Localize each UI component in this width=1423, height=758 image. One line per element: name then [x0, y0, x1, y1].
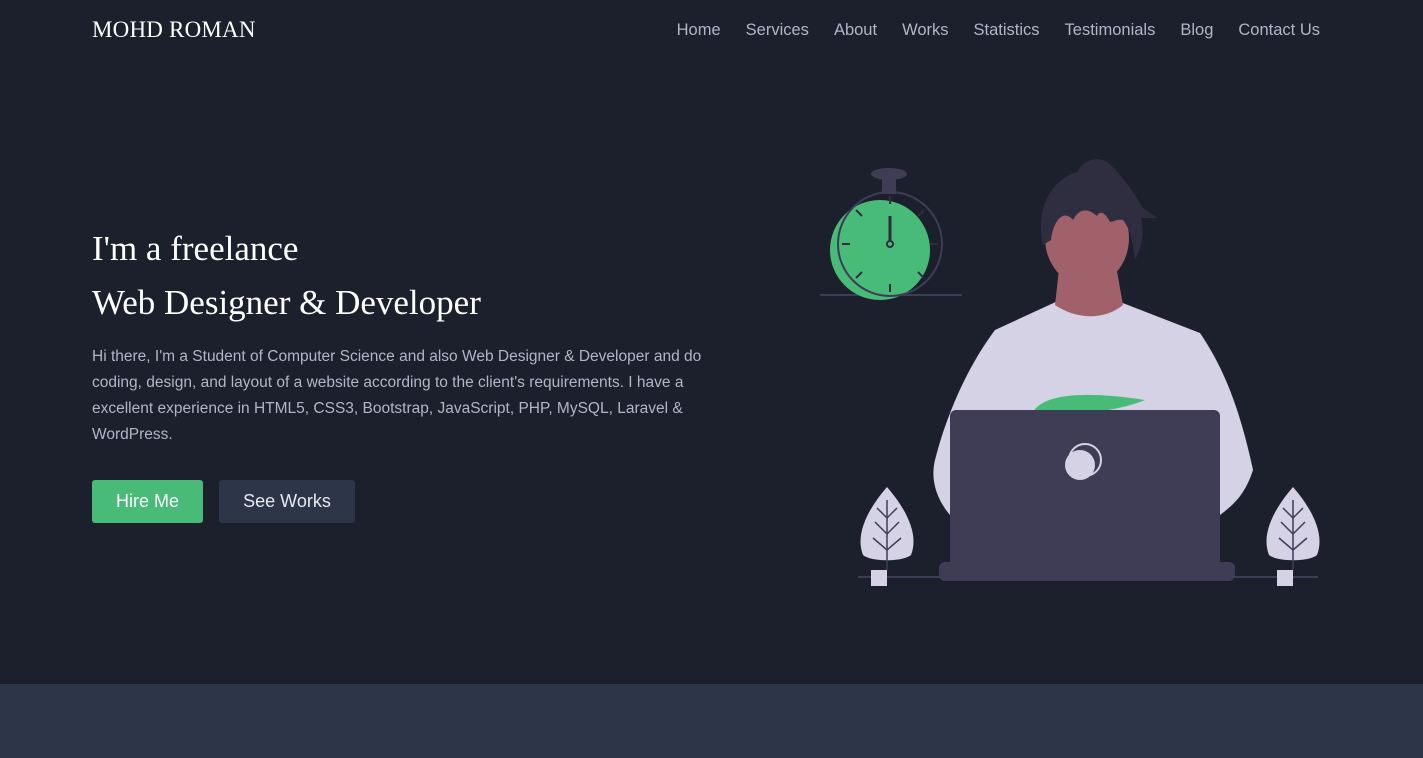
nav-link-about[interactable]: About — [834, 21, 877, 40]
main-nav: Home Services About Works Statistics Tes… — [677, 21, 1320, 40]
page: MOHD ROMAN Home Services About Works Sta… — [0, 0, 1423, 758]
brand-logo[interactable]: MOHD ROMAN — [92, 17, 256, 43]
stopwatch-icon — [820, 168, 962, 300]
hire-me-button[interactable]: Hire Me — [92, 480, 203, 523]
hero-title-line-1: I'm a freelance — [92, 229, 299, 268]
hero-title-line-2: Web Designer & Developer — [92, 283, 481, 322]
nav-link-blog[interactable]: Blog — [1180, 21, 1213, 40]
nav-link-statistics[interactable]: Statistics — [974, 21, 1040, 40]
next-section — [0, 684, 1423, 758]
laptop-icon — [939, 410, 1235, 581]
nav-link-home[interactable]: Home — [677, 21, 721, 40]
nav-link-services[interactable]: Services — [746, 21, 809, 40]
nav-link-works[interactable]: Works — [902, 21, 948, 40]
plant-icon — [1266, 487, 1320, 586]
nav-link-testimonials[interactable]: Testimonials — [1065, 21, 1156, 40]
plant-icon — [860, 487, 914, 586]
hero-illustration — [820, 159, 1320, 586]
see-works-button[interactable]: See Works — [219, 480, 355, 523]
nav-link-contact[interactable]: Contact Us — [1238, 21, 1320, 40]
hero-description: Hi there, I'm a Student of Computer Scie… — [92, 348, 702, 443]
